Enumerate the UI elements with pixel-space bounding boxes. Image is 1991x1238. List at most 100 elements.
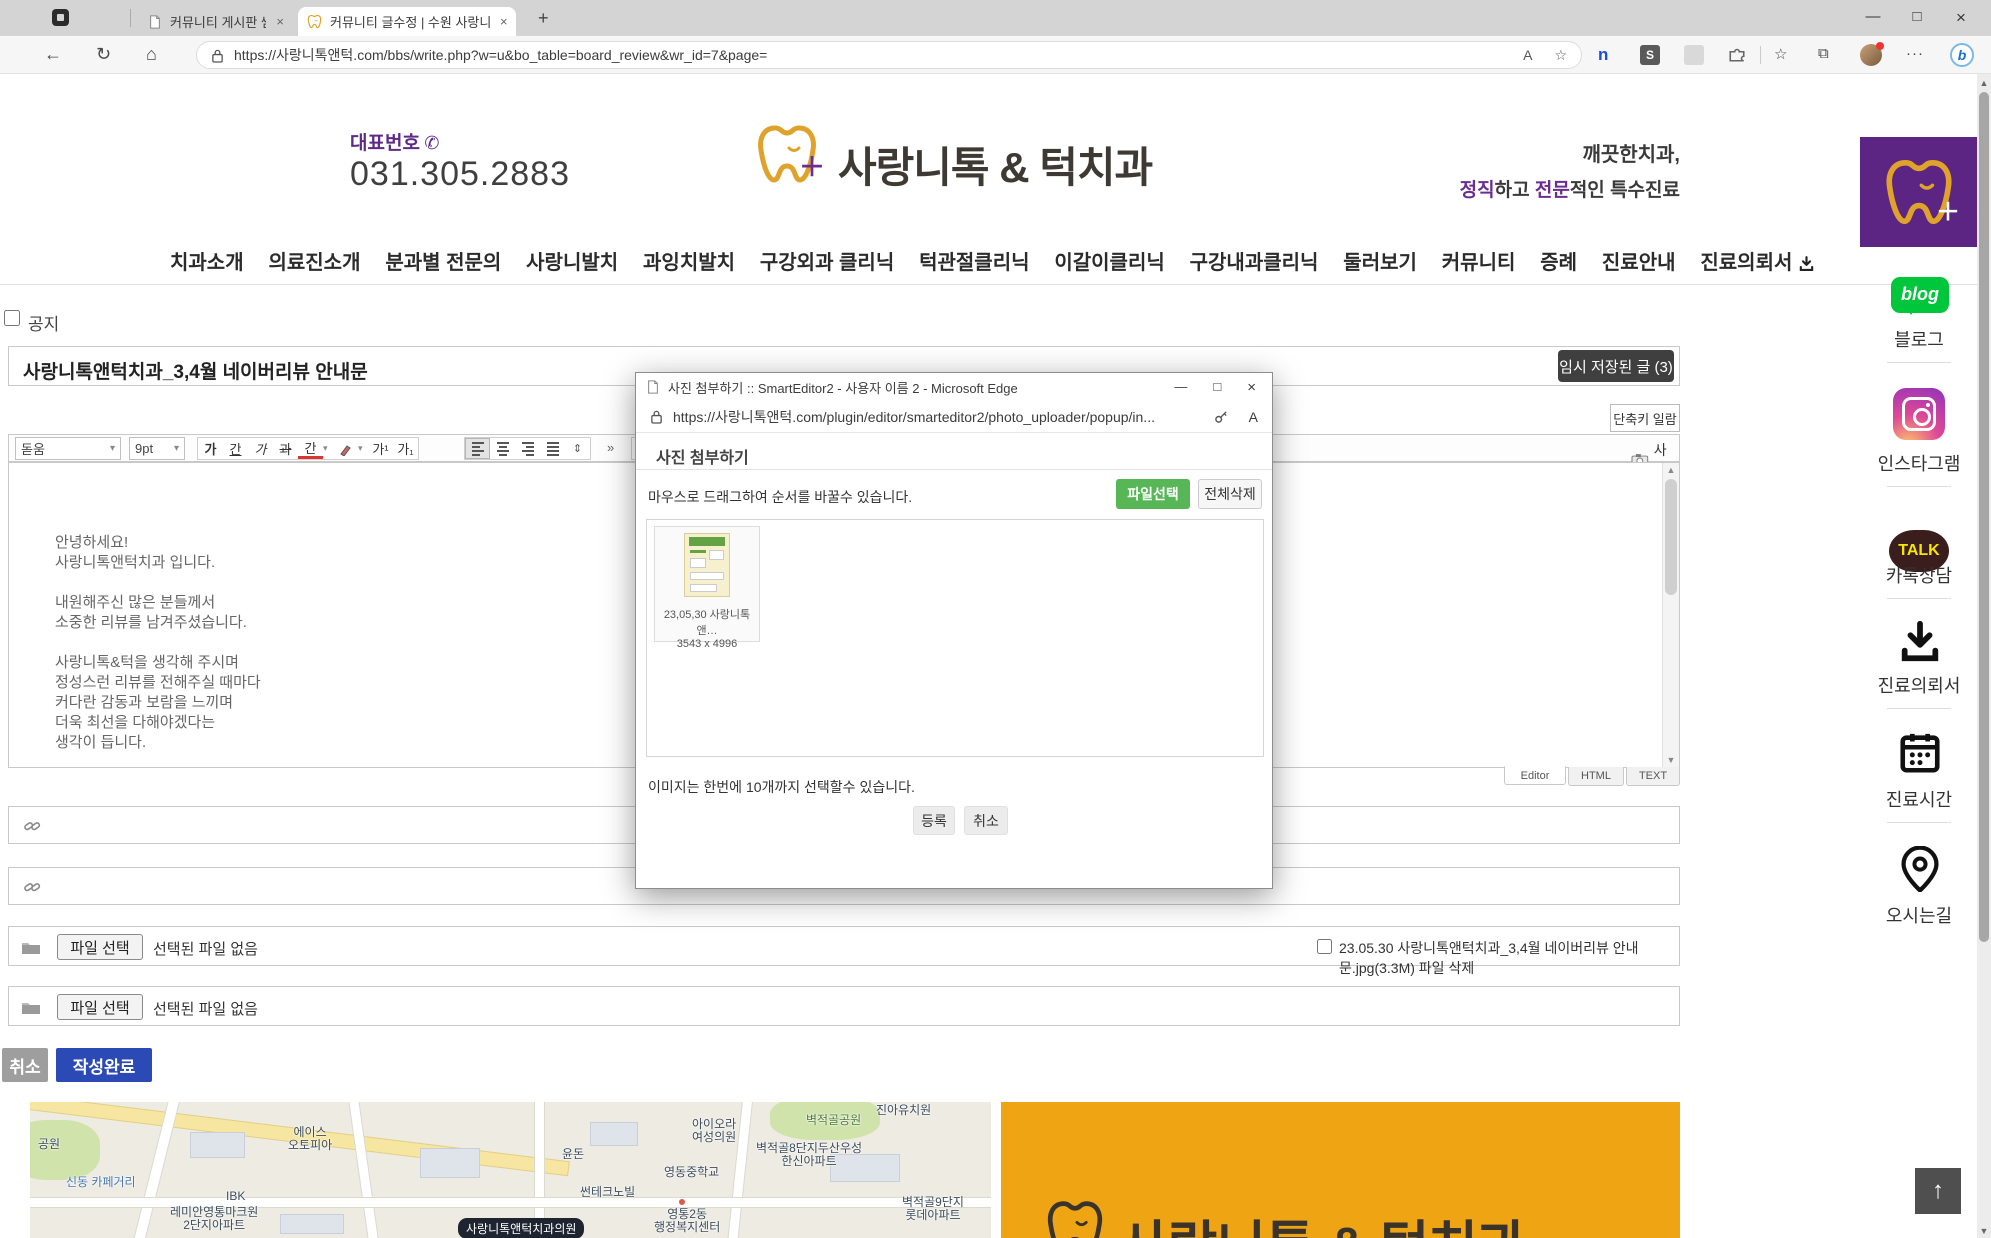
shortcuts-button[interactable]: 단축키 일람 <box>1610 404 1680 432</box>
bold-button[interactable]: 가 <box>198 438 223 459</box>
extension-n-icon[interactable]: n <box>1598 45 1608 65</box>
popup-minimize-button[interactable]: — <box>1174 379 1187 396</box>
url-text[interactable]: https://사랑니톡앤턱.com/bbs/write.php?w=u&bo_… <box>234 45 1523 65</box>
nav-item-tmj[interactable]: 턱관절클리닉 <box>919 246 1029 275</box>
popup-maximize-button[interactable]: □ <box>1213 379 1221 396</box>
strikethrough-button[interactable]: 과 <box>273 438 298 459</box>
collections-icon[interactable]: ⧉ <box>1818 45 1829 62</box>
browser-tab-1[interactable]: 커뮤니티 게시판 썸네일 삭제 | 수 × <box>140 7 292 36</box>
directions-label[interactable]: 오시는길 <box>1860 902 1978 928</box>
tab-editor[interactable]: Editor <box>1504 766 1566 785</box>
popup-url-bar[interactable]: https://사랑니톡앤턱.com/plugin/editor/smarted… <box>636 401 1272 433</box>
popup-title-bar[interactable]: 사진 첨부하기 :: SmartEditor2 - 사용자 이름 2 - Mic… <box>636 373 1272 401</box>
nav-item-tour[interactable]: 둘러보기 <box>1343 246 1417 275</box>
font-color-caret-icon[interactable]: ▾ <box>323 443 333 454</box>
scroll-down-icon[interactable]: ▼ <box>1977 1226 1991 1236</box>
new-tab-button[interactable]: + <box>538 8 549 29</box>
align-justify-icon[interactable] <box>540 438 565 459</box>
subscript-button[interactable]: 가₁ <box>393 438 418 459</box>
reload-icon[interactable]: ↻ <box>96 44 111 65</box>
instagram-label[interactable]: 인스타그램 <box>1860 450 1978 476</box>
font-size-select[interactable]: 9pt▾ <box>129 437 185 460</box>
nav-item-cases[interactable]: 증례 <box>1540 246 1577 275</box>
window-minimize-button[interactable]: — <box>1856 8 1890 25</box>
hours-calendar-icon[interactable] <box>1897 730 1943 776</box>
site-logo-icon[interactable]: ＋ <box>755 122 819 186</box>
referral-download-icon[interactable] <box>1897 618 1943 664</box>
align-center-icon[interactable] <box>490 438 515 459</box>
nav-item-community[interactable]: 커뮤니티 <box>1442 246 1516 275</box>
editor-scrollbar[interactable]: ▲ ▼ <box>1662 463 1679 767</box>
kakao-talk-label[interactable]: 카톡상담 <box>1860 562 1978 588</box>
scroll-up-icon[interactable]: ▲ <box>1977 78 1991 88</box>
read-aloud-icon[interactable]: A <box>1249 409 1258 425</box>
superscript-button[interactable]: 가¹ <box>368 438 393 459</box>
popup-cancel-button[interactable]: 취소 <box>964 806 1008 835</box>
referral-label[interactable]: 진료의뢰서 <box>1860 672 1978 698</box>
nav-item-bruxism[interactable]: 이갈이클리닉 <box>1054 246 1164 275</box>
window-maximize-button[interactable]: □ <box>1900 8 1934 25</box>
key-icon[interactable] <box>1214 409 1229 424</box>
editor-scroll-thumb[interactable] <box>1665 479 1677 595</box>
favorite-add-icon[interactable]: ☆ <box>1554 47 1567 64</box>
browser-tab-2-active[interactable]: 커뮤니티 글수정 | 수원 사랑니, 턱 × <box>298 7 516 36</box>
file-select-button-1[interactable]: 파일 선택 <box>57 934 143 960</box>
popup-register-button[interactable]: 등록 <box>913 806 955 835</box>
italic-button[interactable]: 가 <box>248 438 273 459</box>
profile-avatar[interactable] <box>1860 44 1882 66</box>
directions-pin-icon[interactable] <box>1900 846 1940 892</box>
line-height-icon[interactable]: ⇕ <box>565 438 590 459</box>
scroll-down-icon[interactable]: ▼ <box>1663 755 1679 765</box>
hours-label[interactable]: 진료시간 <box>1860 786 1978 812</box>
popup-file-select-button[interactable]: 파일선택 <box>1116 479 1190 509</box>
popup-delete-all-button[interactable]: 전체삭제 <box>1198 479 1262 509</box>
tab-text[interactable]: TEXT <box>1626 767 1680 786</box>
underline-button[interactable]: 간 <box>223 438 248 459</box>
window-close-button[interactable]: × <box>1944 8 1978 28</box>
read-aloud-icon[interactable]: A <box>1523 47 1532 63</box>
font-family-select[interactable]: 돋움▾ <box>15 437 121 460</box>
tab-html[interactable]: HTML <box>1568 767 1624 786</box>
align-left-icon[interactable] <box>465 438 490 459</box>
sidebar-logo-tile[interactable]: ＋ <box>1860 137 1978 247</box>
tab-2-close-icon[interactable]: × <box>500 14 508 29</box>
highlight-caret-icon[interactable]: ▾ <box>358 443 368 454</box>
url-bar[interactable]: https://사랑니톡앤턱.com/bbs/write.php?w=u&bo_… <box>196 41 1582 69</box>
highlight-button[interactable] <box>333 438 358 459</box>
temp-saved-button[interactable]: 임시 저장된 글 (3) <box>1558 350 1674 382</box>
nav-item-wisdom-tooth[interactable]: 사랑니발치 <box>526 246 618 275</box>
sidebar-item-blog[interactable]: blog <box>1891 277 1949 313</box>
nav-item-oral-medicine[interactable]: 구강내과클리닉 <box>1190 246 1319 275</box>
popup-close-button[interactable]: × <box>1247 379 1256 396</box>
thumbnail-card[interactable]: 23,05,30 사랑니톡앤… 3543 x 4996 <box>654 526 760 642</box>
toolbar-more-icon[interactable]: » <box>607 440 614 455</box>
nav-item-specialists[interactable]: 분과별 전문의 <box>385 246 501 275</box>
bing-icon[interactable]: b <box>1950 43 1974 67</box>
file-select-button-2[interactable]: 파일 선택 <box>57 994 143 1020</box>
instagram-icon[interactable] <box>1893 388 1945 440</box>
font-color-button[interactable]: 간 <box>298 438 323 459</box>
extension-disabled-icon[interactable] <box>1684 45 1704 65</box>
nav-item-staff[interactable]: 의료진소개 <box>268 246 360 275</box>
scroll-up-icon[interactable]: ▲ <box>1663 465 1679 475</box>
extension-s-icon[interactable]: S <box>1640 45 1660 65</box>
nav-item-referral[interactable]: 진료의뢰서 <box>1700 246 1815 275</box>
extensions-puzzle-icon[interactable] <box>1728 45 1746 63</box>
settings-more-icon[interactable]: ··· <box>1906 45 1924 62</box>
nav-item-clinic-intro[interactable]: 치과소개 <box>170 246 244 275</box>
tab-1-close-icon[interactable]: × <box>276 14 284 29</box>
blog-label[interactable]: 블로그 <box>1860 326 1978 352</box>
align-right-icon[interactable] <box>515 438 540 459</box>
page-scroll-thumb[interactable] <box>1979 92 1989 942</box>
nav-item-oral-surgery[interactable]: 구강외과 클리닉 <box>760 246 894 275</box>
notice-checkbox[interactable] <box>4 310 20 326</box>
home-icon[interactable]: ⌂ <box>146 44 157 65</box>
favorites-list-icon[interactable]: ☆ <box>1774 45 1787 63</box>
location-map[interactable]: 공원 신동 카페거리 에이스 오토피아 레미안영통마크원 2단지아파트 IBK … <box>30 1102 991 1238</box>
back-icon[interactable]: ← <box>44 44 62 65</box>
scroll-top-button[interactable]: ↑ <box>1915 1168 1961 1214</box>
site-logo-text[interactable]: 사랑니톡 & 턱치과 <box>838 134 1152 195</box>
cancel-button[interactable]: 취소 <box>2 1048 48 1082</box>
submit-button[interactable]: 작성완료 <box>56 1048 152 1082</box>
file-delete-checkbox[interactable] <box>1317 939 1332 954</box>
